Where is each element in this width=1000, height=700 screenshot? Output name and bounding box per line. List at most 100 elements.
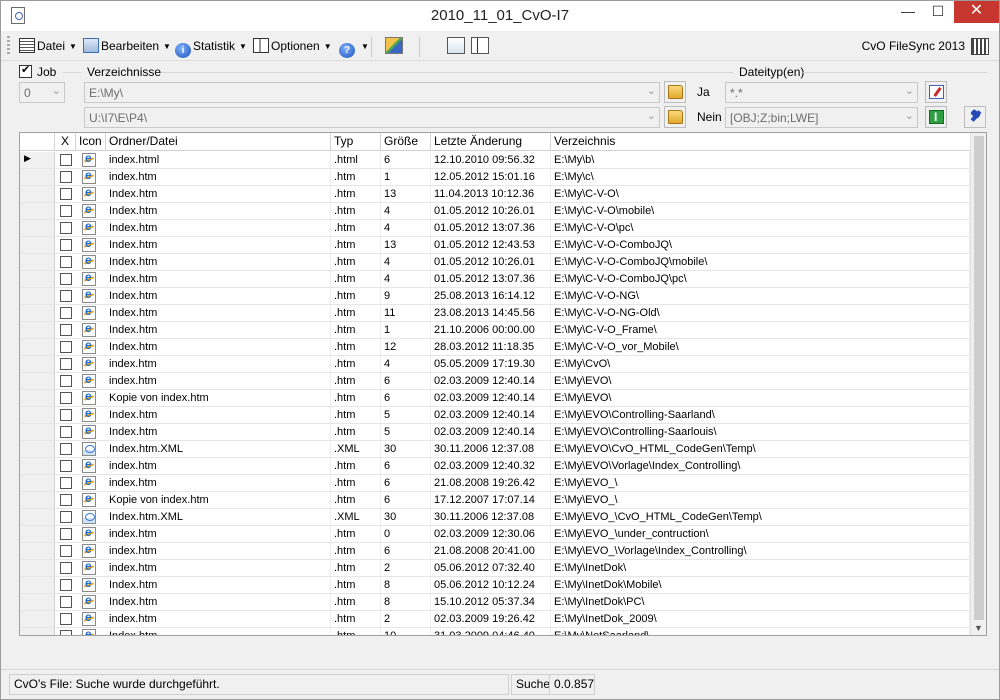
row-selector[interactable] <box>20 220 55 236</box>
row-selector[interactable] <box>20 203 55 219</box>
job-checkbox[interactable] <box>19 63 32 78</box>
scrollbar-thumb[interactable] <box>974 136 984 620</box>
scroll-down-icon[interactable]: ▼ <box>974 623 983 633</box>
table-row[interactable]: Index.htm.htm502.03.2009 12:40.14E:\My\E… <box>20 423 970 441</box>
row-checkbox[interactable] <box>60 273 72 285</box>
browse-source-button[interactable] <box>664 81 686 103</box>
edit-types-button[interactable] <box>925 81 947 103</box>
table-row[interactable]: index.htm.htm621.08.2008 20:41.00E:\My\E… <box>20 542 970 560</box>
vertical-scrollbar[interactable]: ▼ <box>970 133 986 635</box>
row-checkbox[interactable] <box>60 511 72 523</box>
table-row[interactable]: index.htm.htm112.05.2012 15:01.16E:\My\c… <box>20 168 970 186</box>
row-checkbox[interactable] <box>60 324 72 336</box>
row-checkbox[interactable] <box>60 477 72 489</box>
table-row[interactable]: Index.htm.htm502.03.2009 12:40.14E:\My\E… <box>20 406 970 424</box>
table-row[interactable]: index.htm.htm202.03.2009 19:26.42E:\My\I… <box>20 610 970 628</box>
row-checkbox[interactable] <box>60 239 72 251</box>
row-checkbox[interactable] <box>60 341 72 353</box>
row-selector[interactable] <box>20 441 55 457</box>
row-selector[interactable] <box>20 237 55 253</box>
job-select[interactable]: 0 ⌄ <box>19 82 65 103</box>
preview-icon[interactable] <box>447 37 465 54</box>
target-dir-select[interactable]: U:\I7\E\P4\ ⌄ <box>84 107 660 128</box>
row-checkbox[interactable] <box>60 290 72 302</box>
table-row[interactable]: Index.htm.htm1301.05.2012 12:43.53E:\My\… <box>20 236 970 254</box>
header-type[interactable]: Typ <box>331 133 381 151</box>
row-checkbox[interactable] <box>60 443 72 455</box>
pin-button[interactable] <box>964 106 986 128</box>
row-selector[interactable] <box>20 305 55 321</box>
row-checkbox[interactable] <box>60 630 72 635</box>
row-selector[interactable] <box>20 322 55 338</box>
table-row[interactable]: index.htm.htm602.03.2009 12:40.32E:\My\E… <box>20 457 970 475</box>
row-selector[interactable] <box>20 339 55 355</box>
table-row[interactable]: Index.htm.htm401.05.2012 10:26.01E:\My\C… <box>20 202 970 220</box>
sync-icon[interactable] <box>385 37 403 54</box>
row-checkbox[interactable] <box>60 562 72 574</box>
table-row[interactable]: Index.htm.XML .XML 30 30.11.2006 12:37.08 E:… <box>20 441 970 458</box>
tree-view-icon[interactable] <box>471 37 489 54</box>
row-selector[interactable] <box>20 169 55 185</box>
table-row[interactable]: Index.htm.htm1123.08.2013 14:45.56E:\My\… <box>20 304 970 322</box>
row-checkbox[interactable] <box>60 528 72 540</box>
row-selector[interactable] <box>20 577 55 593</box>
table-row[interactable]: index.htm.htm621.08.2008 19:26.42E:\My\E… <box>20 474 970 492</box>
row-checkbox[interactable] <box>60 205 72 217</box>
close-button[interactable]: ✕ <box>954 1 999 23</box>
header-directory[interactable]: Verzeichnis <box>551 133 970 151</box>
row-checkbox[interactable] <box>60 307 72 319</box>
row-checkbox[interactable] <box>60 154 72 166</box>
menu-bearbeiten[interactable]: Bearbeiten ▼ <box>83 37 171 55</box>
row-checkbox[interactable] <box>60 460 72 472</box>
exclude-types-select[interactable]: [OBJ;Z;bin;LWE] ⌄ <box>725 107 918 128</box>
keyboard-icon[interactable] <box>971 38 989 55</box>
row-selector[interactable] <box>20 628 55 635</box>
table-row[interactable]: Index.htm.htm925.08.2013 16:14.12E:\My\C… <box>20 287 970 305</box>
row-selector[interactable] <box>20 526 55 542</box>
table-row[interactable]: Index.htm.htm401.05.2012 13:07.36E:\My\C… <box>20 270 970 288</box>
row-checkbox[interactable] <box>60 494 72 506</box>
row-checkbox[interactable] <box>60 409 72 421</box>
row-selector[interactable] <box>20 186 55 202</box>
current-row-indicator[interactable] <box>20 152 55 168</box>
row-checkbox[interactable] <box>60 188 72 200</box>
minimize-button[interactable]: — <box>893 1 923 23</box>
row-selector[interactable] <box>20 390 55 406</box>
row-selector[interactable] <box>20 373 55 389</box>
row-checkbox[interactable] <box>60 171 72 183</box>
row-selector[interactable] <box>20 271 55 287</box>
table-row[interactable]: Index.htm.XML .XML 30 30.11.2006 12:37.08 E:… <box>20 509 970 526</box>
row-selector[interactable] <box>20 407 55 423</box>
ignore-button[interactable] <box>925 106 947 128</box>
table-row[interactable]: Index.htm.htm1031.03.2009 04:46.40E:\My\… <box>20 627 970 635</box>
table-row[interactable]: Index.htm.htm401.05.2012 13:07.36E:\My\C… <box>20 219 970 237</box>
table-row[interactable]: index.htm.htm002.03.2009 12:30.06E:\My\E… <box>20 525 970 543</box>
table-row[interactable]: Index.htm.htm815.10.2012 05:37.34E:\My\I… <box>20 593 970 611</box>
row-selector[interactable] <box>20 424 55 440</box>
header-size[interactable]: Größe <box>381 133 431 151</box>
row-selector[interactable] <box>20 560 55 576</box>
menu-statistik[interactable]: i Statistik ▼ <box>175 37 247 58</box>
row-selector[interactable] <box>20 594 55 610</box>
table-row[interactable]: Index.htm.htm805.06.2012 10:12.24E:\My\I… <box>20 576 970 594</box>
table-row[interactable]: Index.htm.htm1228.03.2012 11:18.35E:\My\… <box>20 338 970 356</box>
row-checkbox[interactable] <box>60 222 72 234</box>
row-selector[interactable] <box>20 543 55 559</box>
table-row[interactable]: Index.htm.htm401.05.2012 10:26.01E:\My\C… <box>20 253 970 271</box>
table-row[interactable]: index.html.html612.10.2010 09:56.32E:\My… <box>20 152 970 169</box>
row-checkbox[interactable] <box>60 358 72 370</box>
header-x[interactable]: X <box>55 133 76 151</box>
row-selector[interactable] <box>20 475 55 491</box>
row-selector[interactable] <box>20 356 55 372</box>
include-types-select[interactable]: *.* ⌄ <box>725 82 918 103</box>
row-checkbox[interactable] <box>60 545 72 557</box>
table-row[interactable]: index.htm.htm205.06.2012 07:32.40E:\My\I… <box>20 559 970 577</box>
table-row[interactable]: index.htm.htm602.03.2009 12:40.14E:\My\E… <box>20 372 970 390</box>
menu-optionen[interactable]: Optionen ▼ <box>253 37 332 55</box>
row-checkbox[interactable] <box>60 392 72 404</box>
row-selector[interactable] <box>20 254 55 270</box>
row-selector[interactable] <box>20 458 55 474</box>
row-checkbox[interactable] <box>60 596 72 608</box>
header-name[interactable]: Ordner/Datei <box>106 133 331 151</box>
browse-target-button[interactable] <box>664 106 686 128</box>
